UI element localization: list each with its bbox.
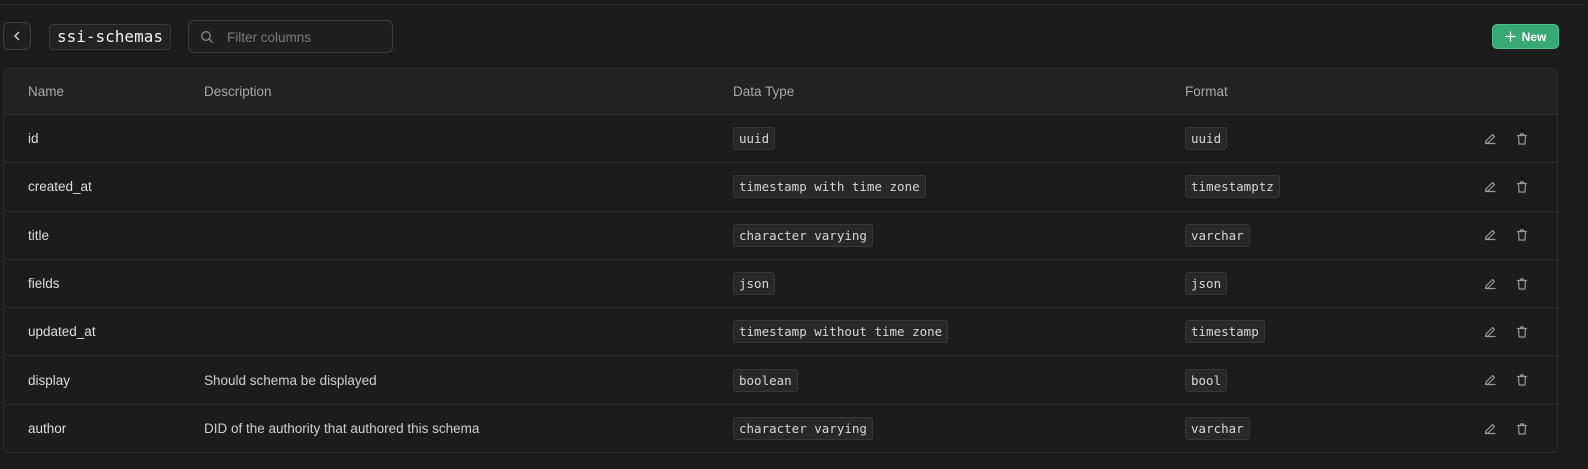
trash-icon	[1516, 326, 1528, 338]
search-box[interactable]	[188, 20, 393, 54]
column-format-cell: varchar	[1185, 212, 1250, 259]
column-data-type: boolean	[733, 368, 798, 392]
plus-icon	[1505, 31, 1516, 42]
delete-column-button[interactable]	[1514, 372, 1530, 388]
new-column-button[interactable]: New	[1492, 24, 1559, 49]
row-actions	[1482, 356, 1530, 403]
edit-column-button[interactable]	[1482, 372, 1498, 388]
table-row: fields json json	[4, 260, 1557, 309]
row-actions	[1482, 405, 1530, 452]
column-format-cell: json	[1185, 260, 1228, 307]
column-name: fields	[28, 276, 60, 292]
delete-column-button[interactable]	[1514, 227, 1530, 243]
filter-columns-input[interactable]	[225, 21, 389, 54]
trash-icon	[1516, 374, 1528, 386]
trash-icon	[1516, 229, 1528, 241]
table-row: updated_at timestamp without time zone tim…	[4, 308, 1557, 357]
trash-icon	[1516, 133, 1528, 145]
row-actions	[1482, 115, 1530, 162]
column-data-type-cell: character varying	[733, 212, 873, 259]
column-description: Should schema be displayed	[204, 372, 377, 388]
table-header: Name Description Data Type Format	[4, 69, 1557, 115]
edit-column-button[interactable]	[1482, 324, 1498, 340]
column-format: varchar	[1185, 417, 1250, 441]
column-format: bool	[1185, 368, 1228, 392]
columns-table: Name Description Data Type Format id uuid…	[3, 68, 1558, 453]
row-actions	[1482, 212, 1530, 259]
table-row: title character varying varchar	[4, 212, 1557, 260]
table-name: ssi-schemas	[49, 24, 171, 50]
row-actions	[1482, 260, 1530, 307]
table-row: display Should schema be displayed boolean…	[4, 356, 1557, 405]
column-format-cell: uuid	[1185, 115, 1228, 162]
column-format: timestamp	[1185, 320, 1265, 344]
column-data-type-cell: character varying	[733, 405, 873, 452]
chevron-left-icon	[14, 31, 20, 41]
header-description: Description	[204, 84, 272, 99]
pencil-icon	[1484, 375, 1496, 386]
delete-column-button[interactable]	[1514, 421, 1530, 437]
column-format: uuid	[1185, 127, 1228, 151]
header-format: Format	[1185, 84, 1228, 99]
column-name: author	[28, 421, 67, 437]
new-button-label: New	[1521, 29, 1547, 44]
column-format-cell: timestamptz	[1185, 163, 1280, 210]
column-data-type-cell: json	[733, 260, 776, 307]
column-name: id	[28, 131, 39, 147]
column-data-type: timestamp with time zone	[733, 175, 926, 199]
pencil-icon	[1484, 133, 1496, 144]
column-format-cell: timestamp	[1185, 308, 1265, 355]
column-data-type: character varying	[733, 223, 873, 247]
header-data-type: Data Type	[733, 84, 795, 99]
edit-column-button[interactable]	[1482, 276, 1498, 292]
edit-column-button[interactable]	[1482, 131, 1498, 147]
column-data-type-cell: timestamp without time zone	[733, 308, 949, 355]
column-format: varchar	[1185, 223, 1250, 247]
pencil-icon	[1484, 423, 1496, 435]
table-row: author DID of the authority that authored…	[4, 405, 1557, 452]
column-description: DID of the authority that authored this …	[204, 421, 480, 437]
column-data-type-cell: uuid	[733, 115, 776, 162]
row-actions	[1482, 308, 1530, 355]
search-icon	[201, 31, 213, 43]
column-data-type: timestamp without time zone	[733, 320, 949, 344]
trash-icon	[1516, 277, 1528, 290]
table-row: created_at timestamp with time zone timest…	[4, 163, 1557, 212]
column-data-type-cell: boolean	[733, 356, 798, 403]
header-name: Name	[28, 84, 65, 99]
edit-column-button[interactable]	[1482, 227, 1498, 243]
column-name: display	[28, 372, 71, 388]
column-name: updated_at	[28, 324, 96, 340]
toolbar: ssi-schemas New	[0, 18, 1588, 56]
pencil-icon	[1484, 326, 1496, 337]
delete-column-button[interactable]	[1514, 131, 1530, 147]
pencil-icon	[1484, 181, 1496, 193]
trash-icon	[1516, 181, 1528, 193]
top-border	[0, 0, 1588, 5]
trash-icon	[1516, 423, 1528, 435]
column-format-cell: varchar	[1185, 405, 1250, 452]
delete-column-button[interactable]	[1514, 179, 1530, 195]
column-format: json	[1185, 272, 1228, 296]
edit-column-button[interactable]	[1482, 179, 1498, 195]
table-body: id uuid uuid created_at timestamp with time …	[4, 115, 1557, 452]
back-button[interactable]	[3, 22, 31, 50]
edit-column-button[interactable]	[1482, 421, 1498, 437]
column-data-type-cell: timestamp with time zone	[733, 163, 926, 210]
column-data-type: json	[733, 272, 776, 296]
column-format: timestamptz	[1185, 175, 1280, 199]
row-actions	[1482, 163, 1530, 210]
delete-column-button[interactable]	[1514, 276, 1530, 292]
column-name: title	[28, 227, 50, 243]
column-data-type: character varying	[733, 417, 873, 441]
column-format-cell: bool	[1185, 356, 1228, 403]
pencil-icon	[1484, 278, 1496, 289]
pencil-icon	[1484, 230, 1496, 241]
table-row: id uuid uuid	[4, 115, 1557, 164]
column-name: created_at	[28, 179, 92, 195]
delete-column-button[interactable]	[1514, 324, 1530, 340]
column-data-type: uuid	[733, 127, 776, 151]
